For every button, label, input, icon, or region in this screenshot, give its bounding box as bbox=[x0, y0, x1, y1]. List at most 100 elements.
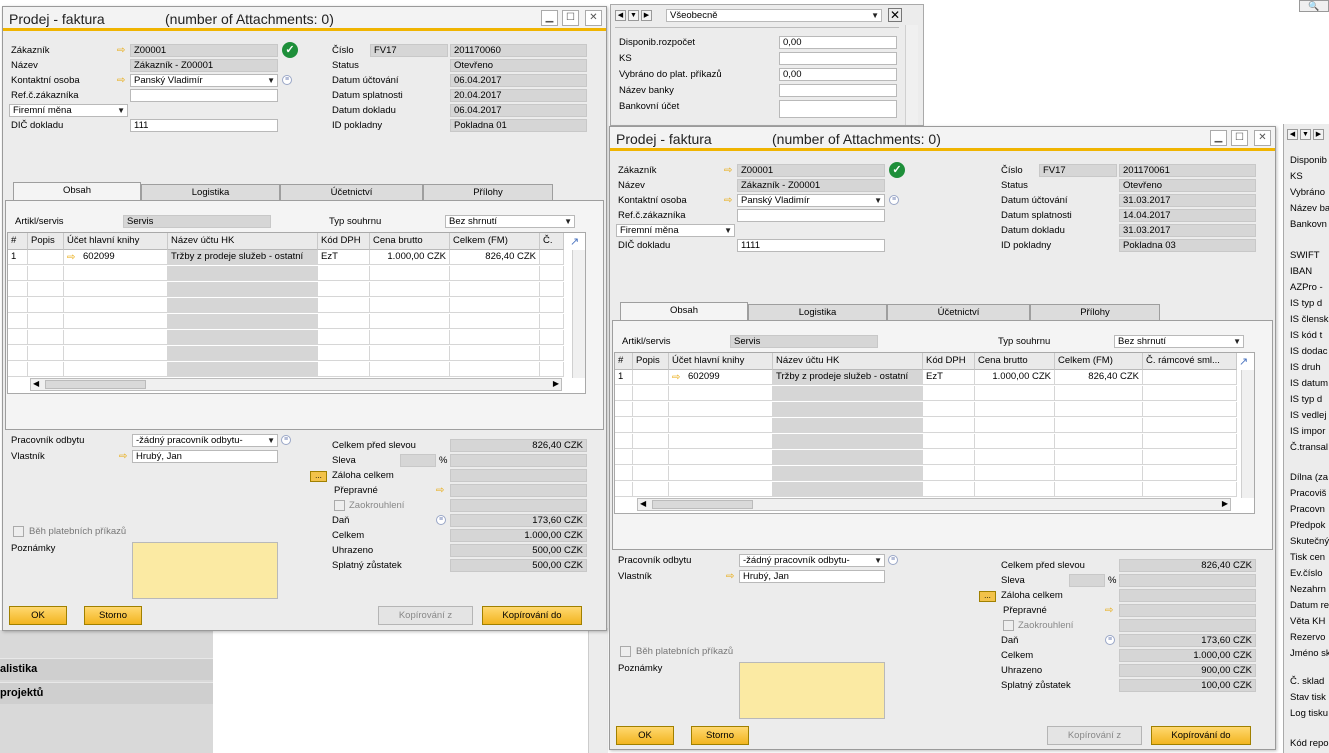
grid-cell[interactable] bbox=[370, 314, 450, 329]
paid-field[interactable]: 500,00 CZK bbox=[450, 544, 587, 557]
grid-cell[interactable] bbox=[28, 330, 64, 345]
copy-from-button[interactable]: Kopírování z bbox=[378, 606, 473, 625]
udf-field[interactable] bbox=[779, 100, 897, 118]
grid-cell[interactable] bbox=[450, 282, 540, 297]
grid-cell[interactable]: 1.000,00 CZK bbox=[975, 370, 1055, 385]
column-header[interactable]: Název účtu HK bbox=[168, 233, 318, 250]
grid-cell[interactable] bbox=[975, 434, 1055, 449]
due-date-field[interactable]: 14.04.2017 bbox=[1119, 209, 1256, 222]
balance-due-field[interactable]: 100,00 CZK bbox=[1119, 679, 1256, 692]
grid-cell[interactable] bbox=[923, 402, 975, 417]
cash-register-field[interactable]: Pokladna 03 bbox=[1119, 239, 1256, 252]
grid-cell[interactable] bbox=[923, 466, 975, 481]
column-header[interactable]: Účet hlavní knihy bbox=[669, 353, 773, 370]
grid-cell[interactable] bbox=[450, 362, 540, 377]
grid-cell[interactable] bbox=[1055, 418, 1143, 433]
grid-cell[interactable] bbox=[633, 418, 669, 433]
document-date-field[interactable]: 31.03.2017 bbox=[1119, 224, 1256, 237]
nav-down-icon[interactable]: ▼ bbox=[1300, 129, 1311, 140]
category-select[interactable]: Všeobecně ▼ bbox=[666, 9, 882, 22]
close-icon[interactable]: ✕ bbox=[1254, 130, 1271, 146]
close-icon[interactable]: ✕ bbox=[585, 10, 602, 26]
customer-field[interactable]: Z00001 bbox=[737, 164, 885, 177]
grid-cell[interactable] bbox=[318, 266, 370, 281]
menu-item-alistika[interactable]: alistika bbox=[0, 663, 37, 675]
item-type-field[interactable]: Servis bbox=[123, 215, 271, 228]
minimize-icon[interactable]: ▁ bbox=[541, 10, 558, 26]
grid-cell[interactable] bbox=[633, 434, 669, 449]
grid-cell[interactable] bbox=[1143, 402, 1237, 417]
nav-first-icon[interactable]: ◀ bbox=[615, 10, 626, 21]
vertical-scrollbar[interactable] bbox=[905, 25, 918, 125]
column-header[interactable]: Kód DPH bbox=[923, 353, 975, 370]
copy-to-button[interactable]: Kopírování do bbox=[482, 606, 582, 625]
grid-cell[interactable] bbox=[318, 362, 370, 377]
scroll-left-icon[interactable]: ◀ bbox=[33, 379, 39, 388]
grid-cell[interactable] bbox=[923, 434, 975, 449]
grid-cell[interactable] bbox=[1143, 370, 1237, 385]
total-field[interactable]: 1.000,00 CZK bbox=[450, 529, 587, 542]
grid-cell[interactable] bbox=[1143, 386, 1237, 401]
grid-cell[interactable] bbox=[540, 330, 564, 345]
grid-cell[interactable] bbox=[1055, 434, 1143, 449]
grid-cell[interactable] bbox=[450, 314, 540, 329]
grid-cell[interactable] bbox=[318, 298, 370, 313]
status-field[interactable]: Otevřeno bbox=[450, 59, 587, 72]
sales-employee-select[interactable]: -žádný pracovník odbytu- ▼ bbox=[132, 434, 278, 447]
cash-register-field[interactable]: Pokladna 01 bbox=[450, 119, 587, 132]
customer-ref-field[interactable] bbox=[737, 209, 885, 222]
grid-cell[interactable] bbox=[168, 314, 318, 329]
close-icon[interactable]: ✕ bbox=[888, 8, 902, 22]
scroll-thumb[interactable] bbox=[652, 500, 753, 509]
link-arrow-icon[interactable]: ⇨ bbox=[119, 452, 130, 462]
customer-field[interactable]: Z00001 bbox=[130, 44, 278, 57]
grid-cell[interactable] bbox=[615, 402, 633, 417]
total-before-discount-field[interactable]: 826,40 CZK bbox=[1119, 559, 1256, 572]
grid-cell[interactable] bbox=[633, 402, 669, 417]
notes-field[interactable] bbox=[739, 662, 885, 719]
grid-cell[interactable] bbox=[975, 418, 1055, 433]
expand-grid-icon[interactable]: ↗ bbox=[1239, 355, 1248, 368]
tax-field[interactable]: 173,60 CZK bbox=[1119, 634, 1256, 647]
grid-cell[interactable] bbox=[1143, 434, 1237, 449]
scroll-thumb[interactable] bbox=[45, 380, 146, 389]
grid-cell[interactable]: 826,40 CZK bbox=[1055, 370, 1143, 385]
grid-cell[interactable] bbox=[370, 346, 450, 361]
grid-cell[interactable] bbox=[1055, 402, 1143, 417]
tab-logistics[interactable]: Logistika bbox=[141, 184, 280, 201]
owner-field[interactable]: Hrubý, Jan bbox=[132, 450, 278, 463]
udf-field[interactable] bbox=[779, 52, 897, 65]
column-header[interactable]: Popis bbox=[633, 353, 669, 370]
grid-cell[interactable] bbox=[28, 298, 64, 313]
grid-cell[interactable] bbox=[540, 266, 564, 281]
grid-cell[interactable] bbox=[64, 330, 168, 345]
grid-cell[interactable] bbox=[773, 466, 923, 481]
grid-cell[interactable] bbox=[450, 330, 540, 345]
cancel-button[interactable]: Storno bbox=[691, 726, 749, 745]
grid-cell[interactable] bbox=[615, 386, 633, 401]
scroll-left-icon[interactable]: ◀ bbox=[640, 499, 646, 508]
details-icon[interactable]: ≡ bbox=[1105, 635, 1115, 645]
grid-cell[interactable] bbox=[168, 298, 318, 313]
copy-from-button[interactable]: Kopírování z bbox=[1047, 726, 1142, 745]
series-field[interactable]: FV17 bbox=[370, 44, 448, 57]
copy-to-button[interactable]: Kopírování do bbox=[1151, 726, 1251, 745]
grid-cell[interactable] bbox=[773, 450, 923, 465]
grid-cell[interactable] bbox=[669, 450, 773, 465]
grid-cell[interactable] bbox=[8, 346, 28, 361]
advance-total-field[interactable] bbox=[1119, 589, 1256, 602]
paid-field[interactable]: 900,00 CZK bbox=[1119, 664, 1256, 677]
link-arrow-icon[interactable]: ⇨ bbox=[67, 253, 78, 263]
column-header[interactable]: Cena brutto bbox=[370, 233, 450, 250]
details-icon[interactable]: ≡ bbox=[282, 75, 292, 85]
rounding-field[interactable] bbox=[1119, 619, 1256, 632]
total-before-discount-field[interactable]: 826,40 CZK bbox=[450, 439, 587, 452]
column-header[interactable]: Popis bbox=[28, 233, 64, 250]
grid-cell[interactable] bbox=[8, 282, 28, 297]
summary-type-select[interactable]: Bez shrnutí ▼ bbox=[445, 215, 575, 228]
grid-cell[interactable] bbox=[1055, 466, 1143, 481]
grid-cell[interactable] bbox=[633, 466, 669, 481]
grid-cell[interactable]: ⇨ 602099 bbox=[669, 370, 773, 385]
grid-cell[interactable] bbox=[540, 362, 564, 377]
grid-cell[interactable]: 1 bbox=[615, 370, 633, 385]
